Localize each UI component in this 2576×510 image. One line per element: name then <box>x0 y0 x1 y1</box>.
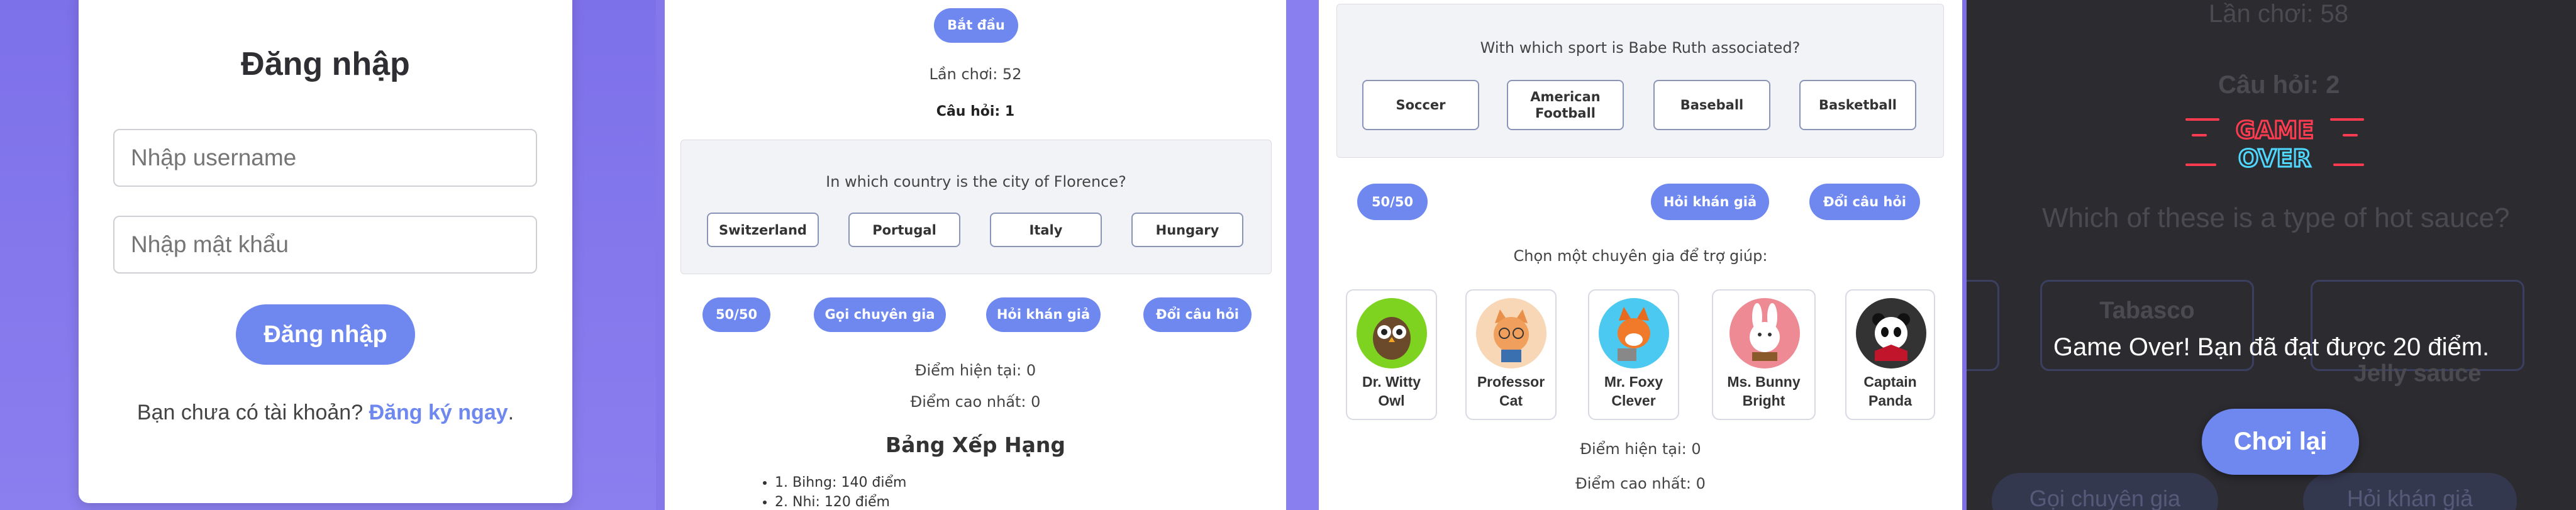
question-number: Câu hỏi: 1 <box>936 104 1015 119</box>
fifty-fifty-button[interactable]: 50/50 <box>702 297 770 332</box>
ask-audience-button[interactable]: Hỏi khán giả <box>1651 184 1769 220</box>
expert-name: Captain Panda <box>1863 374 1917 409</box>
bunny-icon <box>1729 298 1800 369</box>
answer-option[interactable]: Soccer <box>1362 80 1479 130</box>
change-question-button[interactable]: Đổi câu hỏi <box>1143 297 1252 332</box>
high-score: Điểm cao nhất: 0 <box>910 393 1041 411</box>
fox-icon <box>1599 298 1669 369</box>
question-box: With which sport is Babe Ruth associated… <box>1336 4 1944 158</box>
game-over-panel: Lần chơi: 58 Câu hỏi: 2 Which of these i… <box>1967 0 2576 510</box>
question-box: In which country is the city of Florence… <box>680 140 1272 274</box>
change-question-button[interactable]: Đổi câu hỏi <box>1809 184 1920 220</box>
cat-icon <box>1476 298 1546 369</box>
expert-card[interactable]: Professor Cat <box>1465 289 1557 420</box>
high-score: Điểm cao nhất: 0 <box>1575 475 1706 492</box>
expert-card[interactable]: Mr. Foxy Clever <box>1588 289 1679 420</box>
answer-option[interactable]: American Football <box>1507 80 1624 130</box>
leaderboard-item: 2. Nhi: 120 điểm <box>775 494 906 510</box>
register-prompt: Bạn chưa có tài khoản? Đăng ký ngay. <box>79 401 572 425</box>
panel-divider <box>1962 0 1967 510</box>
expert-card[interactable]: Ms. Bunny Bright <box>1712 289 1816 420</box>
call-expert-label: Gọi chuyên gia <box>2029 485 2181 510</box>
answer-option: Jelly sauce <box>2353 360 2482 387</box>
logo-line-1: GAME <box>2236 116 2314 144</box>
question-text: In which country is the city of Florence… <box>826 173 1126 191</box>
expert-name: Mr. Foxy Clever <box>1604 374 1663 409</box>
expert-card[interactable]: Captain Panda <box>1845 289 1935 420</box>
call-expert-button-ghost: Gọi chuyên gia <box>1992 473 2218 510</box>
retry-button[interactable]: Chơi lại <box>2202 409 2359 475</box>
call-expert-button[interactable]: Gọi chuyên gia <box>814 297 946 332</box>
leaderboard-title: Bảng Xếp Hạng <box>886 433 1065 457</box>
quiz-panel-1: Bắt đầu Lần chơi: 52 Câu hỏi: 1 In which… <box>665 0 1286 510</box>
username-input[interactable] <box>113 129 537 187</box>
panda-icon <box>1856 298 1926 369</box>
expert-prompt: Chọn một chuyên gia để trợ giúp: <box>1513 247 1768 265</box>
current-score: Điểm hiện tại: 0 <box>1580 440 1701 458</box>
answer-option[interactable]: Baseball <box>1653 80 1770 130</box>
plays-count: Lần chơi: 58 <box>2209 0 2348 28</box>
register-prompt-period: . <box>508 401 514 424</box>
answer-option: Tabasco <box>2099 297 2195 324</box>
plays-count: Lần chơi: 52 <box>929 65 1022 83</box>
logo-line-2: OVER <box>2238 145 2311 172</box>
login-button[interactable]: Đăng nhập <box>236 304 415 365</box>
answer-option[interactable]: Switzerland <box>707 213 819 247</box>
expert-name: Dr. Witty Owl <box>1362 374 1421 409</box>
answer-option[interactable]: Basketball <box>1799 80 1916 130</box>
answer-option[interactable]: Portugal <box>848 213 960 247</box>
current-score: Điểm hiện tại: 0 <box>914 362 1036 379</box>
expert-card[interactable]: Dr. Witty Owl <box>1346 289 1437 420</box>
password-input[interactable] <box>113 216 537 274</box>
game-over-message: Game Over! Bạn đã đạt được 20 điểm. <box>2053 333 2490 361</box>
question-number: Câu hỏi: 2 <box>2218 71 2340 99</box>
start-button[interactable]: Bắt đầu <box>934 8 1018 43</box>
ask-audience-button-ghost: Hỏi khán giả <box>2303 473 2517 510</box>
question-text: Which of these is a type of hot sauce? <box>2042 202 2510 233</box>
leaderboard-list: 1. Bihng: 140 điểm 2. Nhi: 120 điểm <box>775 475 906 510</box>
quiz-panel-2: With which sport is Babe Ruth associated… <box>1319 0 1962 510</box>
expert-name: Professor Cat <box>1477 374 1545 409</box>
expert-name: Ms. Bunny Bright <box>1727 374 1801 409</box>
ask-audience-label: Hỏi khán giả <box>2346 485 2473 510</box>
answer-option[interactable]: Italy <box>990 213 1102 247</box>
fifty-fifty-button[interactable]: 50/50 <box>1357 184 1428 220</box>
login-title: Đăng nhập <box>241 46 410 82</box>
owl-icon <box>1357 298 1427 369</box>
register-link[interactable]: Đăng ký ngay <box>369 401 508 424</box>
answer-option[interactable]: Hungary <box>1131 213 1243 247</box>
login-panel: Đăng nhập Đăng nhập Bạn chưa có tài khoả… <box>0 0 656 510</box>
ask-audience-button[interactable]: Hỏi khán giả <box>986 297 1101 332</box>
register-prompt-text: Bạn chưa có tài khoản? <box>136 401 364 424</box>
game-over-logo-art: GAME OVER <box>2185 116 2364 174</box>
leaderboard-item: 1. Bihng: 140 điểm <box>775 475 906 491</box>
login-card: Đăng nhập Đăng nhập Bạn chưa có tài khoả… <box>79 0 572 503</box>
game-over-logo: GAME OVER <box>2180 107 2369 176</box>
question-text: With which sport is Babe Ruth associated… <box>1480 39 1801 57</box>
